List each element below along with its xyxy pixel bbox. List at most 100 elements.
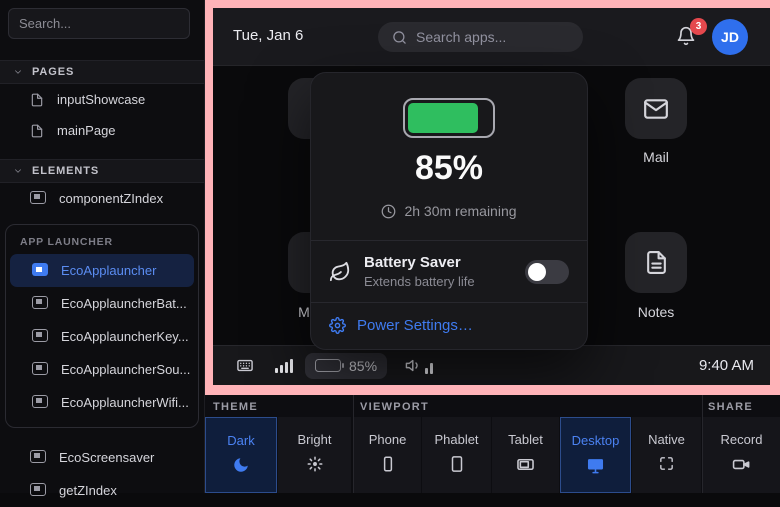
notes-icon: [644, 250, 669, 275]
viewport-section-label: VIEWPORT: [360, 401, 429, 413]
sidebar-item-ecoapplauncherwifi[interactable]: EcoApplauncherWifi...: [10, 386, 194, 419]
sidebar-item-mainpage[interactable]: mainPage: [0, 115, 204, 146]
viewport-phone-button[interactable]: Phone: [354, 417, 421, 493]
app-tile-mail[interactable]: [625, 78, 687, 139]
gear-icon: [329, 317, 346, 334]
tablet-icon: [516, 455, 535, 474]
share-section-label: SHARE: [708, 401, 753, 413]
sidebar-item-label: EcoApplauncher: [61, 263, 156, 278]
battery-percent: 85%: [311, 149, 587, 188]
share-record-button[interactable]: Record: [703, 417, 780, 493]
notification-badge: 3: [690, 18, 707, 35]
theme-bright-button[interactable]: Bright: [278, 417, 351, 493]
sidebar-item-label: EcoScreensaver: [59, 450, 154, 465]
component-icon: [32, 263, 48, 279]
sidebar-item-ecoapplaunchersou[interactable]: EcoApplauncherSou...: [10, 353, 194, 386]
volume-button[interactable]: [405, 357, 433, 374]
battery-saver-title: Battery Saver: [364, 254, 475, 271]
viewport-desktop-button[interactable]: Desktop: [560, 417, 631, 493]
battery-remaining: 2h 30m remaining: [404, 203, 516, 219]
dev-toolbar: THEME VIEWPORT SHARE Dark Bright Phone P…: [205, 395, 780, 493]
desktop-icon: [586, 456, 605, 475]
component-icon: [32, 395, 48, 411]
sidebar-item-componentzindex[interactable]: componentZIndex: [0, 183, 204, 214]
button-label: Native: [648, 432, 685, 447]
battery-icon: [403, 98, 495, 138]
notifications-button[interactable]: 3: [676, 25, 698, 49]
clock-icon: [381, 204, 396, 219]
battery-status-label: 85%: [349, 358, 377, 374]
button-label: Tablet: [508, 432, 543, 447]
preview-statusbar: 85% 9:40 AM: [213, 345, 770, 385]
avatar[interactable]: JD: [712, 19, 748, 55]
preview-frame: Tue, Jan 6 3 JD M: [205, 0, 780, 395]
sidebar-item-getzindex[interactable]: getZIndex: [0, 474, 204, 507]
section-label: ELEMENTS: [32, 165, 99, 177]
viewport-phablet-button[interactable]: Phablet: [422, 417, 491, 493]
fullscreen-icon: [658, 455, 675, 472]
component-icon: [32, 362, 48, 378]
power-settings-link[interactable]: Power Settings…: [311, 303, 587, 349]
component-icon: [30, 450, 46, 466]
power-settings-label: Power Settings…: [357, 317, 473, 334]
button-label: Bright: [298, 432, 332, 447]
file-icon: [30, 93, 44, 107]
button-label: Dark: [227, 433, 254, 448]
sidebar-item-ecoapplauncherbat[interactable]: EcoApplauncherBat...: [10, 287, 194, 320]
app-search[interactable]: [378, 22, 583, 52]
battery-popover: 85% 2h 30m remaining Battery Saver: [310, 72, 588, 350]
app-label-mail: Mail: [625, 149, 687, 165]
file-icon: [30, 124, 44, 138]
button-label: Phone: [369, 432, 407, 447]
viewport-tablet-button[interactable]: Tablet: [492, 417, 559, 493]
battery-saver-row: Battery Saver Extends battery life: [311, 241, 587, 302]
battery-saver-toggle[interactable]: [525, 260, 569, 284]
button-label: Phablet: [434, 432, 478, 447]
section-header-elements[interactable]: ELEMENTS: [0, 159, 204, 183]
sidebar: PAGES inputShowcase mainPage ELEMENTS co…: [0, 0, 205, 493]
component-icon: [30, 483, 46, 499]
sidebar-item-inputshowcase[interactable]: inputShowcase: [0, 84, 204, 115]
button-label: Record: [721, 432, 763, 447]
sidebar-item-label: EcoApplauncherSou...: [61, 362, 190, 377]
component-icon: [32, 329, 48, 345]
clock-label: 9:40 AM: [699, 357, 754, 374]
date-label: Tue, Jan 6: [233, 27, 303, 44]
volume-bars-icon: [425, 362, 433, 374]
section-label: PAGES: [32, 66, 74, 78]
search-icon: [392, 30, 407, 45]
sun-icon: [306, 455, 324, 473]
battery-status-button[interactable]: 85%: [305, 353, 387, 379]
speaker-icon: [405, 357, 422, 374]
section-header-pages[interactable]: PAGES: [0, 60, 204, 84]
chevron-down-icon: [13, 166, 23, 176]
leaf-icon: [329, 261, 351, 283]
signal-bars-icon[interactable]: [275, 359, 293, 373]
sidebar-item-ecoapplauncher[interactable]: EcoApplauncher: [10, 254, 194, 287]
component-icon: [30, 191, 46, 207]
sidebar-item-ecoapplauncherkey[interactable]: EcoApplauncherKey...: [10, 320, 194, 353]
moon-icon: [232, 456, 250, 474]
app-launcher-group: APP LAUNCHER EcoApplauncher EcoApplaunch…: [5, 224, 199, 428]
sidebar-item-label: EcoApplauncherWifi...: [61, 395, 189, 410]
preview-topbar: Tue, Jan 6 3 JD: [213, 8, 770, 66]
button-label: Desktop: [572, 433, 620, 448]
sidebar-item-ecoscreensaver[interactable]: EcoScreensaver: [0, 441, 204, 474]
viewport-native-button[interactable]: Native: [632, 417, 701, 493]
sidebar-search-input[interactable]: [8, 8, 190, 39]
video-camera-icon: [732, 455, 751, 474]
keyboard-icon[interactable]: [235, 357, 255, 374]
app-launcher-preview: Tue, Jan 6 3 JD M: [213, 8, 770, 385]
app-search-input[interactable]: [416, 29, 566, 45]
stage: Tue, Jan 6 3 JD M: [205, 0, 780, 493]
phone-icon: [379, 455, 397, 473]
sidebar-item-label: getZIndex: [59, 483, 117, 498]
theme-dark-button[interactable]: Dark: [205, 417, 277, 493]
theme-section-label: THEME: [213, 401, 258, 413]
sidebar-item-label: componentZIndex: [59, 191, 163, 206]
chevron-down-icon: [13, 67, 23, 77]
mail-icon: [643, 96, 669, 122]
phablet-icon: [448, 455, 466, 473]
app-tile-notes[interactable]: [625, 232, 687, 293]
group-label: APP LAUNCHER: [10, 231, 194, 254]
